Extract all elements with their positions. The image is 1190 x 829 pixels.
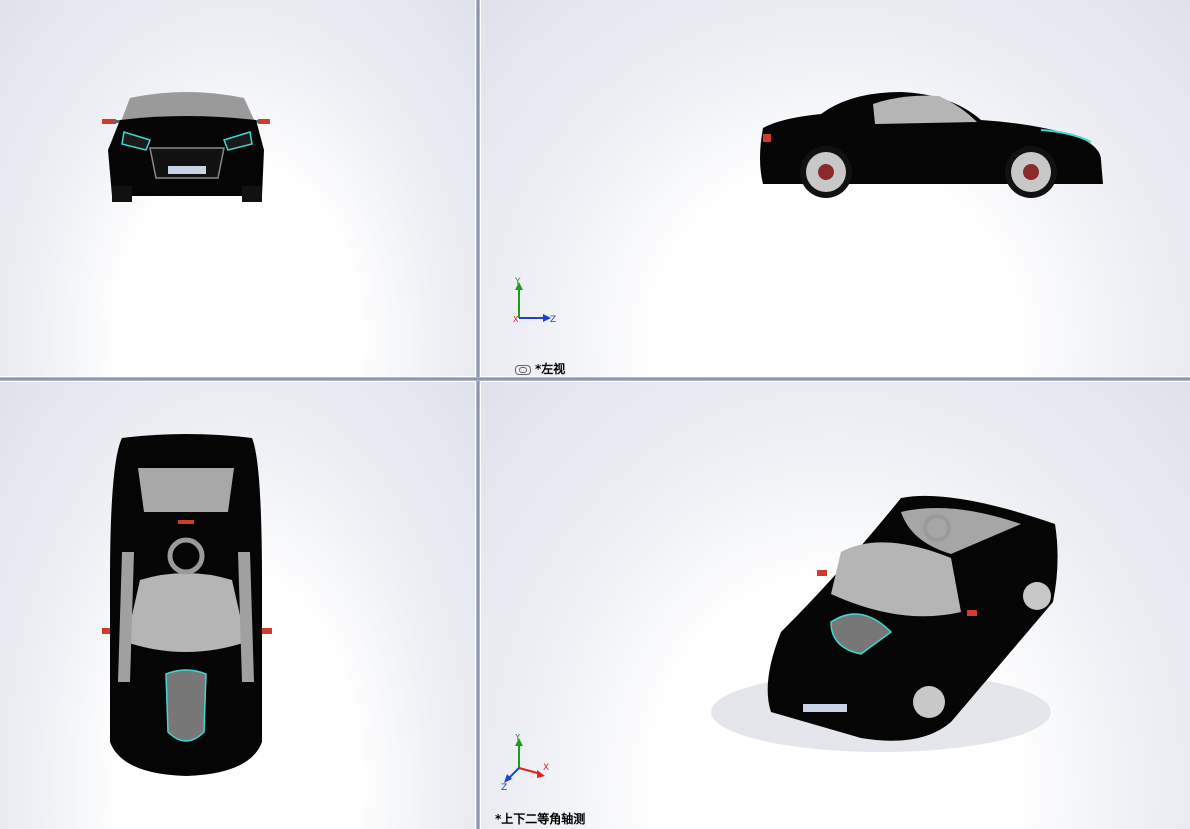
viewport-front[interactable] [0,0,475,376]
triad-label-y: Y [514,734,521,743]
triad-label-y: Y [514,277,521,287]
viewport-splitter-horizontal[interactable] [0,377,1190,381]
car-front-view [102,92,270,202]
view-name: *左视 [535,362,566,376]
viewport-left[interactable]: Y Z X *左视 [481,0,1190,376]
triad-label-x: X [513,315,519,324]
coordinate-triad-icon: Y Z X [513,277,556,325]
car-isometric-view [711,495,1058,752]
triad-label-z: Z [501,783,507,790]
car-side-view [760,92,1103,198]
viewport-top[interactable] [0,382,475,829]
viewport-isometric[interactable]: Y X Z *上下二等角轴测 [481,382,1190,829]
car-top-view [102,434,272,776]
triad-label-z: Z [550,315,556,325]
link-icon [515,364,531,375]
triad-label-x: X [543,763,549,773]
coordinate-triad-icon: Y X Z [501,734,549,790]
view-label-left: *左视 [515,360,565,376]
view-label-isometric: *上下二等角轴测 [495,812,586,826]
viewport-splitter-vertical[interactable] [476,0,480,829]
